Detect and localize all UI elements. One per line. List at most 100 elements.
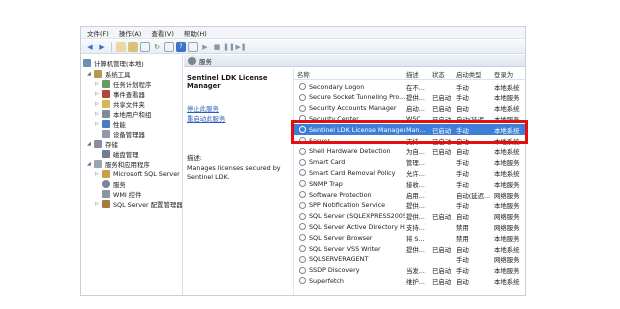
service-description: 在不...: [406, 83, 425, 92]
services-icon: [188, 56, 196, 65]
tree-task-scheduler[interactable]: ▷ 任务计划程序: [95, 79, 151, 89]
menu-bar: 文件(F) 操作(A) 查看(V) 帮助(H): [81, 27, 525, 39]
service-name: Security Accounts Manager: [309, 104, 397, 113]
service-description: 为自...: [406, 148, 425, 157]
service-row[interactable]: Software Protection 启用... 自动(延迟... 网络服务: [294, 189, 525, 200]
folder-icon[interactable]: [128, 41, 138, 52]
tree-sql-config[interactable]: ▷ SQL Server 配置管理器: [95, 199, 182, 209]
service-description: 启用...: [406, 191, 425, 200]
service-row[interactable]: Smart Card Removal Policy 允许... 手动 本地系统: [294, 167, 525, 178]
properties-icon[interactable]: [140, 41, 150, 52]
tree-services[interactable]: 服务: [102, 179, 126, 189]
service-row[interactable]: SQLSERVERAGENT 手动 网络服务: [294, 254, 525, 265]
service-row[interactable]: SQL Server VSS Writer 提供... 已启动 自动 本地系统: [294, 243, 525, 254]
service-description: 当发...: [406, 267, 425, 276]
collapse-arrow-icon[interactable]: ◢: [87, 161, 93, 167]
users-icon: [102, 110, 110, 118]
service-status: 已启动: [432, 277, 452, 286]
service-gear-icon: [299, 104, 306, 112]
back-icon[interactable]: ◀: [85, 42, 95, 52]
service-description: 接收...: [406, 180, 425, 189]
stop-icon[interactable]: ■: [212, 42, 222, 52]
service-row[interactable]: SPP Notification Service 提供... 手动 本地服务: [294, 200, 525, 211]
tree-storage[interactable]: ◢ 存储: [87, 139, 118, 149]
service-row[interactable]: Security Accounts Manager 启动... 已启动 自动 本地系统: [294, 103, 525, 114]
service-row[interactable]: Smart Card 管理... 手动 本地服务: [294, 157, 525, 168]
help-icon[interactable]: ?: [176, 41, 186, 52]
tree-disk-management[interactable]: 磁盘管理: [102, 149, 139, 159]
column-headers: 名称 描述 状态 启动类型 登录为: [294, 68, 525, 80]
service-startup-type: 禁用: [456, 223, 469, 232]
service-row[interactable]: Superfetch 维护... 已启动 自动 本地系统: [294, 275, 525, 286]
column-status[interactable]: 状态: [432, 70, 445, 79]
tree-wmi[interactable]: WMI 控件: [102, 189, 142, 199]
service-row[interactable]: SQL Server Browser 将 S... 禁用 本地服务: [294, 232, 525, 243]
tree-performance[interactable]: ▷ 性能: [95, 119, 126, 129]
service-status: 已启动: [432, 267, 452, 276]
expand-arrow-icon[interactable]: ▷: [95, 111, 101, 117]
tree-sql-server[interactable]: ▷ Microsoft SQL Server: [95, 169, 180, 179]
service-startup-type: 自动: [456, 148, 469, 157]
play-icon[interactable]: ▶: [200, 42, 210, 52]
menu-file[interactable]: 文件(F): [87, 28, 109, 38]
expand-arrow-icon[interactable]: ▷: [95, 81, 101, 87]
highlight-box: [291, 120, 528, 144]
expand-arrow-icon[interactable]: ▷: [95, 121, 101, 127]
tree-system-tools[interactable]: ◢ 系统工具: [87, 69, 131, 79]
service-logon-as: 本地服务: [494, 267, 520, 276]
description-text: Manages licenses secured by Sentinel LDK…: [187, 164, 281, 181]
restart-service-link[interactable]: 重启动此服务: [187, 114, 290, 123]
up-icon[interactable]: [116, 41, 126, 52]
tree-local-users[interactable]: ▷ 本地用户和组: [95, 109, 151, 119]
service-row[interactable]: Secure Socket Tunneling Pro... 提供... 已启动 手动…: [294, 92, 525, 103]
service-logon-as: 网络服务: [494, 256, 520, 265]
service-gear-icon: [299, 83, 306, 90]
service-row[interactable]: SQL Server Active Directory H... 支持... 禁用 网…: [294, 221, 525, 232]
sql-server-icon: [102, 170, 110, 178]
service-description: 允许...: [406, 169, 425, 178]
expand-arrow-icon[interactable]: ▷: [95, 91, 101, 97]
stop-service-link[interactable]: 停止此服务: [187, 104, 290, 113]
tree-services-apps[interactable]: ◢ 服务和应用程序: [87, 159, 150, 169]
wmi-icon: [102, 190, 110, 198]
service-gear-icon: [299, 266, 306, 274]
column-description[interactable]: 描述: [406, 70, 419, 79]
expand-arrow-icon[interactable]: ▷: [95, 101, 101, 107]
storage-icon: [94, 140, 102, 148]
tree-root[interactable]: 计算机管理(本地): [83, 58, 144, 68]
column-name[interactable]: 名称: [297, 70, 310, 79]
column-startup-type[interactable]: 启动类型: [456, 70, 482, 79]
pause-icon[interactable]: ❚❚: [223, 42, 235, 52]
service-title: Sentinel LDK License Manager: [187, 74, 268, 90]
tree-shared-folders[interactable]: ▷ 共享文件夹: [95, 99, 145, 109]
menu-action[interactable]: 操作(A): [119, 28, 142, 38]
service-startup-type: 手动: [456, 94, 469, 103]
service-name: Software Protection: [309, 190, 372, 199]
collapse-arrow-icon[interactable]: ◢: [87, 71, 93, 77]
forward-icon[interactable]: ▶: [97, 42, 107, 52]
main-header-title: 服务: [199, 57, 212, 66]
service-row[interactable]: Secondary Logon 在不... 手动 本地系统: [294, 81, 525, 92]
tree-event-viewer[interactable]: ▷ 事件查看器: [95, 89, 145, 99]
console-icon[interactable]: [188, 41, 198, 52]
menu-view[interactable]: 查看(V): [151, 28, 174, 38]
service-logon-as: 本地系统: [494, 277, 520, 286]
service-logon-as: 本地服务: [494, 234, 520, 243]
expand-arrow-icon[interactable]: ▷: [95, 171, 101, 177]
service-name: SQL Server Active Directory H...: [309, 222, 405, 231]
clock-icon: [102, 80, 110, 88]
menu-help[interactable]: 帮助(H): [184, 28, 207, 38]
refresh-icon[interactable]: ↻: [152, 42, 162, 52]
tree-device-manager[interactable]: 设备管理器: [102, 129, 145, 139]
export-icon[interactable]: [164, 41, 174, 52]
column-logon-as[interactable]: 登录为: [494, 70, 513, 79]
service-name: SSDP Discovery: [309, 266, 360, 275]
disk-icon: [102, 150, 110, 158]
service-row[interactable]: SQL Server (SQLEXPRESS2005) 提供... 已启动 自动 网络服…: [294, 211, 525, 222]
collapse-arrow-icon[interactable]: ◢: [87, 141, 93, 147]
restart-icon[interactable]: ▶❚: [235, 42, 246, 52]
service-row[interactable]: Shell Hardware Detection 为自... 已启动 自动 本地系统: [294, 146, 525, 157]
expand-arrow-icon[interactable]: ▷: [95, 201, 101, 207]
service-row[interactable]: SSDP Discovery 当发... 已启动 手动 本地服务: [294, 265, 525, 276]
service-row[interactable]: SNMP Trap 接收... 手动 本地服务: [294, 178, 525, 189]
